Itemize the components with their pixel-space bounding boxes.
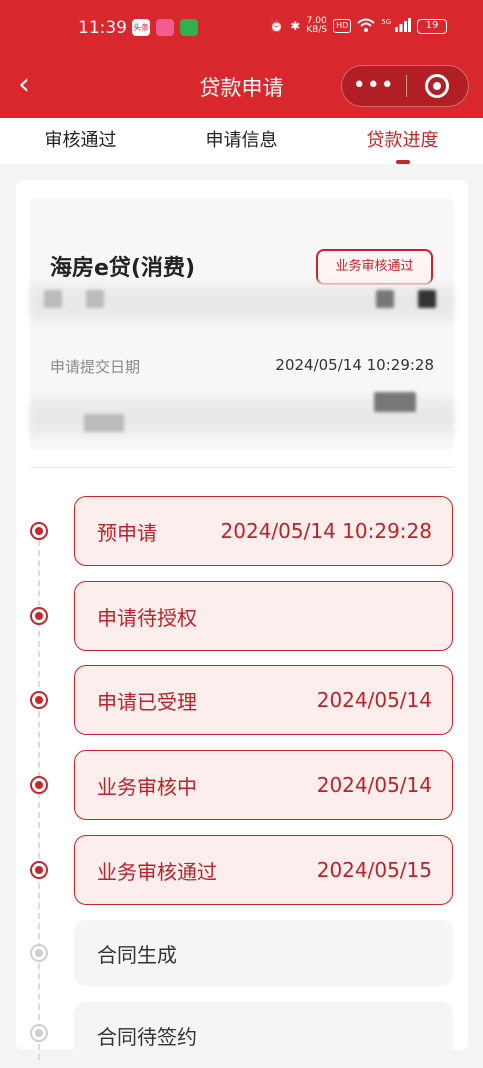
timeline-dot-done <box>30 607 48 625</box>
redacted-block <box>84 414 124 432</box>
bluetooth-icon: ✱ <box>290 19 301 33</box>
active-tab-indicator <box>395 160 410 164</box>
target-icon <box>425 74 450 98</box>
tab-label: 贷款进度 <box>366 130 439 151</box>
tab-application-info[interactable]: 申请信息 <box>161 118 322 164</box>
redacted-block <box>44 290 62 308</box>
speed-unit: KB/S <box>306 25 328 35</box>
divider <box>30 467 454 468</box>
redacted-block <box>374 392 416 412</box>
app-header: 11:39 头条 ⏰ ✱ 7.00 KB/S HD 5G 19 ‹ 贷款申请 •… <box>0 0 483 118</box>
timeline-dot-pending <box>30 944 48 962</box>
toutiao-app-icon: 头条 <box>132 19 150 36</box>
green-app-icon <box>180 19 198 36</box>
step-date: 2024/05/14 10:29:28 <box>220 519 432 543</box>
hd-badge: HD <box>333 19 352 33</box>
submit-date-value: 2024/05/14 10:29:28 <box>275 356 434 374</box>
timeline-step-pre-apply: 预申请 2024/05/14 10:29:28 <box>74 496 453 566</box>
step-date: 2024/05/15 <box>316 858 432 882</box>
step-label: 申请已受理 <box>97 689 197 714</box>
timeline-step-contract-to-sign: 合同待签约 <box>74 1002 453 1068</box>
network-type: 5G <box>381 17 392 26</box>
timeline-dot-done <box>30 776 48 794</box>
timeline-dot-done <box>30 861 48 879</box>
timeline-dot-done <box>30 691 48 709</box>
timeline-dot-pending <box>30 1024 48 1042</box>
status-badge: 业务审核通过 <box>316 249 433 285</box>
status-app-icons: 头条 <box>132 19 198 36</box>
wifi-icon <box>357 18 375 35</box>
redacted-block <box>376 290 394 308</box>
miniprogram-capsule: ••• <box>341 65 469 107</box>
progress-card: 海房e贷(消费) 业务审核通过 申请提交日期 2024/05/14 10:29:… <box>16 180 468 1068</box>
step-date: 2024/05/14 <box>316 688 432 712</box>
battery-indicator: 19 <box>417 18 447 34</box>
timeline-step-under-review: 业务审核中 2024/05/14 <box>74 750 453 820</box>
timeline-step-contract-generated: 合同生成 <box>74 920 453 986</box>
tab-label: 申请信息 <box>205 130 278 151</box>
alarm-icon: ⏰ <box>269 19 285 33</box>
step-label: 业务审核通过 <box>97 859 217 884</box>
tab-bar: 审核通过 申请信息 贷款进度 <box>0 118 483 164</box>
step-label: 预申请 <box>97 520 157 545</box>
step-label: 业务审核中 <box>97 774 197 799</box>
timeline-step-pending-authorization: 申请待授权 <box>74 581 453 651</box>
step-label: 合同待签约 <box>97 1024 197 1049</box>
status-indicators: ⏰ ✱ 7.00 KB/S HD 5G 19 <box>269 17 447 35</box>
timeline-dot-done <box>30 522 48 540</box>
close-miniprogram-button[interactable] <box>406 74 468 98</box>
step-label: 合同生成 <box>97 942 177 967</box>
timeline-step-accepted: 申请已受理 2024/05/14 <box>74 665 453 735</box>
loan-product-name: 海房e贷(消费) <box>50 256 196 281</box>
redacted-block <box>418 290 436 308</box>
pink-app-icon <box>156 19 174 36</box>
tab-label: 审核通过 <box>44 130 117 151</box>
timeline-step-review-passed: 业务审核通过 2024/05/15 <box>74 835 453 905</box>
tab-loan-progress[interactable]: 贷款进度 <box>322 118 483 164</box>
network-speed: 7.00 KB/S <box>306 17 327 35</box>
signal-icon: 5G <box>381 17 411 35</box>
step-label: 申请待授权 <box>97 605 197 630</box>
status-time: 11:39 <box>78 18 127 38</box>
submit-date-label: 申请提交日期 <box>50 358 141 376</box>
tab-review-passed[interactable]: 审核通过 <box>0 118 161 164</box>
status-bar: 11:39 头条 ⏰ ✱ 7.00 KB/S HD 5G 19 <box>0 0 483 56</box>
step-date: 2024/05/14 <box>316 773 432 797</box>
loan-info-box: 海房e贷(消费) 业务审核通过 申请提交日期 2024/05/14 10:29:… <box>30 198 454 450</box>
more-icon[interactable]: ••• <box>342 66 406 106</box>
redacted-block <box>86 290 104 308</box>
